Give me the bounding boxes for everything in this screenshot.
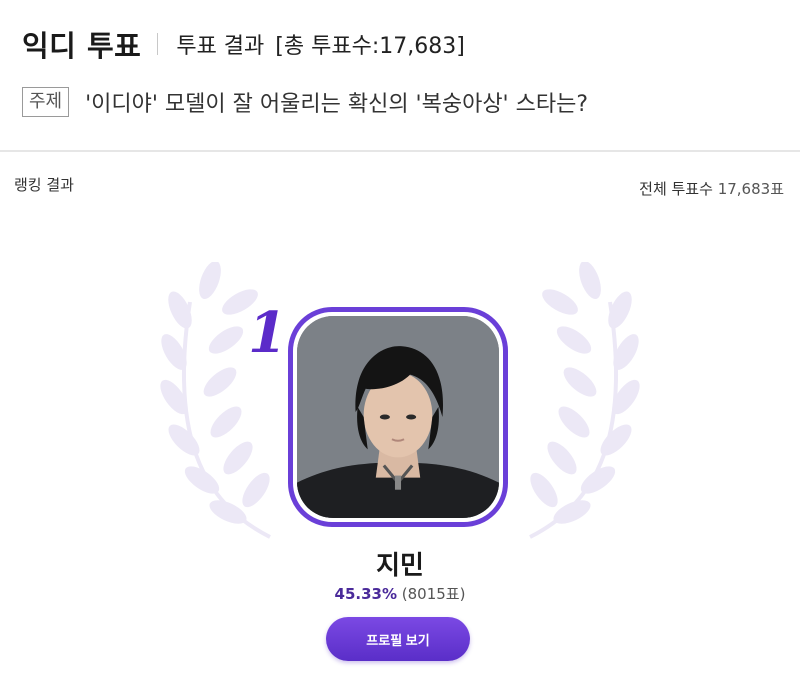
winner-stat: 45.33% (8015표) bbox=[0, 583, 800, 604]
total-vote-count: [총 투표수:17,683] bbox=[275, 34, 465, 59]
winner-name: 지민 bbox=[376, 551, 424, 581]
header-divider bbox=[157, 33, 159, 55]
profile-view-button[interactable]: 프로필 보기 bbox=[326, 617, 470, 661]
total-votes: 전체 투표수 17,683표 bbox=[639, 178, 784, 199]
ranking-label: 랭킹 결과 bbox=[14, 176, 74, 194]
brand-title[interactable]: 익디 투표 bbox=[22, 23, 141, 65]
section-divider bbox=[0, 150, 800, 152]
rank-number: 1 bbox=[248, 300, 287, 366]
total-votes-label: 전체 투표수 bbox=[639, 180, 713, 198]
page-header: 익디 투표 투표 결과 [총 투표수:17,683] bbox=[22, 22, 465, 66]
result-title: 투표 결과 [총 투표수:17,683] bbox=[176, 28, 464, 60]
winner-votes: (8015표) bbox=[401, 585, 466, 603]
winner-percent: 45.33% bbox=[334, 585, 397, 603]
result-title-label: 투표 결과 bbox=[176, 34, 265, 59]
winner-photo bbox=[297, 316, 499, 518]
topic-text: '이디야' 모델이 잘 어울리는 확신의 '복숭아상' 스타는? bbox=[85, 92, 588, 117]
person-photo-icon bbox=[297, 316, 499, 518]
laurel-right-icon bbox=[529, 262, 640, 539]
total-votes-value: 17,683표 bbox=[717, 180, 784, 198]
topic-row: 주제 '이디야' 모델이 잘 어울리는 확신의 '복숭아상' 스타는? bbox=[22, 86, 588, 118]
topic-tag: 주제 bbox=[22, 87, 70, 117]
winner-photo-frame[interactable] bbox=[288, 307, 508, 527]
